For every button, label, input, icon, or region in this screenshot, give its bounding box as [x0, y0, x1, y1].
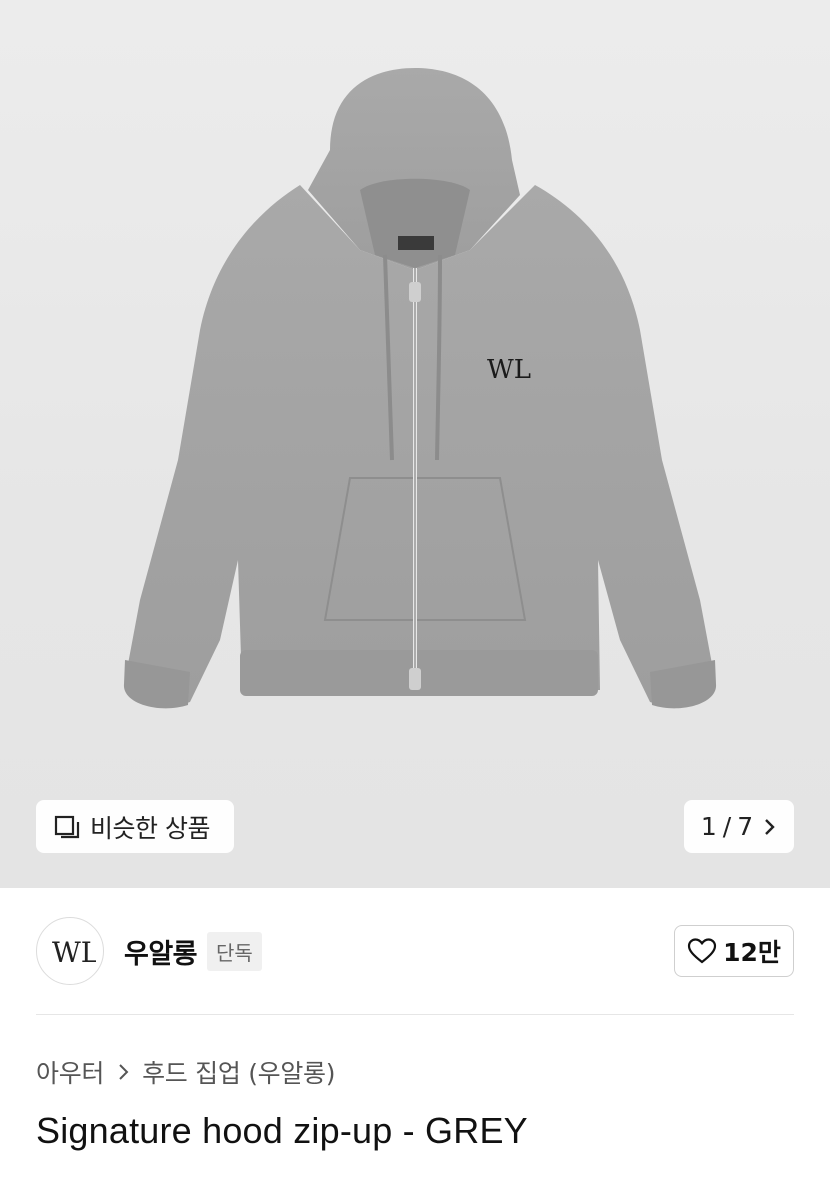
total-image-count: 7 [737, 812, 754, 841]
heart-outline-icon [687, 938, 717, 964]
brand-name[interactable]: 우알롱 [124, 932, 198, 971]
svg-text:WL: WL [52, 936, 96, 969]
chest-logo: WL [487, 355, 531, 385]
section-divider [36, 1014, 794, 1015]
product-title: Signature hood zip-up - GREY [36, 1110, 528, 1151]
exclusive-badge: 단독 [207, 931, 262, 971]
breadcrumb-subcategory[interactable]: 후드 집업 (우알롱) [142, 1054, 335, 1090]
current-image-number: 1 [700, 812, 717, 841]
similar-items-icon [54, 815, 80, 838]
similar-items-label: 비슷한 상품 [90, 813, 210, 843]
brand-logo[interactable]: WL [36, 917, 104, 985]
brand-logo-mark: WL [52, 936, 96, 969]
chevron-right-icon [119, 1064, 129, 1080]
like-count: 12만 [723, 938, 781, 967]
breadcrumb-category[interactable]: 아우터 [36, 1054, 104, 1090]
like-button[interactable]: 12만 [674, 925, 794, 977]
pager-separator: / [722, 812, 732, 841]
breadcrumb: 아우터 후드 집업 (우알롱) [36, 1052, 336, 1092]
similar-items-button[interactable]: 비슷한 상품 [36, 800, 234, 853]
chevron-right-icon [765, 818, 775, 835]
product-photo: WL [123, 68, 717, 709]
product-image-gallery[interactable]: WL 비슷한 상품 1 / 7 [0, 0, 830, 888]
image-pager-button[interactable]: 1 / 7 [684, 800, 794, 853]
